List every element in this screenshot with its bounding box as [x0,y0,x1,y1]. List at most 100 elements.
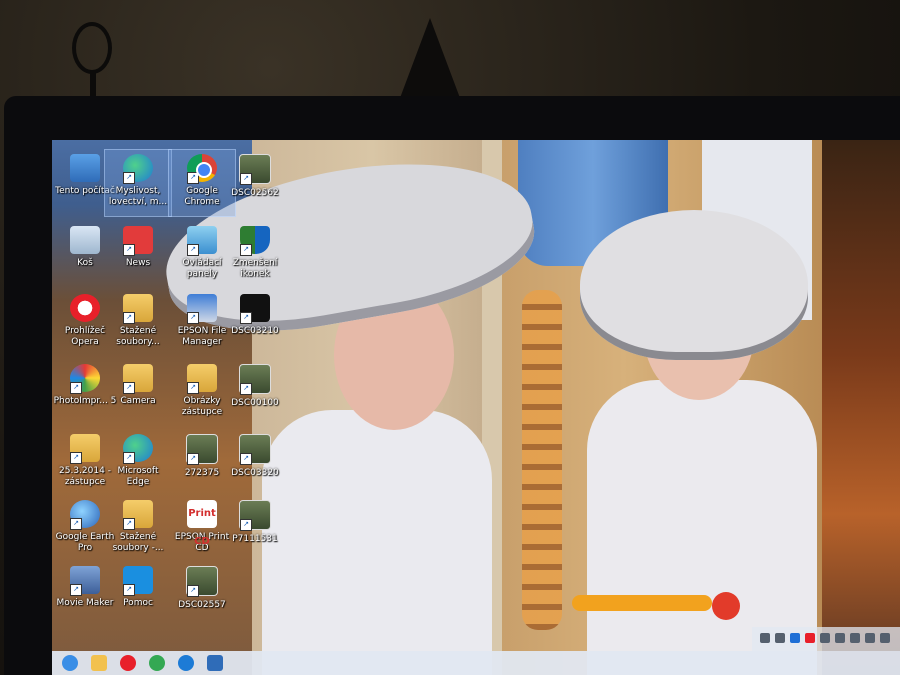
image-file-icon: ↗ [239,364,271,395]
desktop-icon[interactable]: ↗ Zmenšení ikonek [222,222,288,288]
opera-icon [70,294,100,322]
shortcut-arrow-icon: ↗ [240,519,252,531]
desktop-icon[interactable]: ↗ Myslivost, lovectví, m... [104,149,172,217]
desktop-icon-label: DSC03320 [231,468,279,478]
shortcut-arrow-icon: ↗ [123,244,135,256]
teamviewer-icon: ↗ [123,566,153,596]
shortcut-arrow-icon: ↗ [240,244,252,256]
shortcut-arrow-icon: ↗ [123,382,135,394]
desktop-icon-label: P7111531 [232,534,278,544]
cat-silhouette [400,18,460,98]
computer-icon [70,154,100,182]
shortcut-arrow-icon: ↗ [187,585,199,597]
wallpaper-girl-reflection-hat [580,210,808,360]
shortcut-arrow-icon: ↗ [70,382,82,394]
desktop-icon[interactable]: ↗ DSC00100 [222,360,288,426]
shortcut-arrow-icon: ↗ [123,172,135,184]
shortcut-arrow-icon: ↗ [70,452,82,464]
desktop-icon[interactable]: ↗ DSC02562 [222,150,288,216]
desktop-icon-label: DSC02557 [178,600,226,610]
opera-tray-icon[interactable] [805,633,815,643]
wallpaper-right-poster [822,140,900,675]
control-panel-icon: ↗ [187,226,217,256]
wallpaper-girl-body [262,410,492,675]
shortcut-arrow-icon: ↗ [240,173,252,185]
wallpaper-ball [712,592,740,620]
image-file-icon: ↗ [239,154,271,185]
desktop-icon[interactable]: ↗ News [105,222,171,288]
shortcut-arrow-icon: ↗ [123,312,135,324]
wallpaper-racket [572,595,712,611]
shortcut-arrow-icon: ↗ [123,518,135,530]
desktop-icon-label: Microsoft Edge [117,466,159,487]
battery-icon[interactable] [850,633,860,643]
start-icon[interactable] [62,655,78,671]
desktop-icon-label: Myslivost, lovectví, m... [108,186,168,207]
chrome-icon[interactable] [149,655,165,671]
desktop-icon-label: Stažené soubory... [116,326,160,347]
desktop-icon-label: Pomoc [123,598,153,608]
news-icon: ↗ [123,226,153,256]
epson-icon: ↗ [187,294,217,324]
desktop-icon[interactable]: ↗ Camera [105,360,171,426]
desktop-icon-label: Camera [120,396,156,406]
shortcut-arrow-icon: ↗ [187,453,199,465]
network-icon[interactable] [775,633,785,643]
bluetooth-icon[interactable] [790,633,800,643]
edge-icon[interactable] [178,655,194,671]
desktop-icon-label: DSC02562 [231,188,279,198]
wallpaper-giraffe-sticker [522,290,562,630]
desktop-icon-label: Zmenšení ikonek [232,258,278,279]
photos-icon[interactable] [207,655,223,671]
notification-icon[interactable] [880,633,890,643]
display-icon[interactable] [820,633,830,643]
desktop-screen[interactable]: Tento počítač ↗ Myslivost, lovectví, m... ↗… [52,140,900,675]
shortcut-arrow-icon: ↗ [240,383,252,395]
shortcut-arrow-icon: ↗ [187,172,199,184]
shortcut-arrow-icon: ↗ [187,312,199,324]
folder-shortcut-icon: ↗ [70,434,100,464]
shortcut-arrow-icon: ↗ [70,518,82,530]
desktop-icon-label: News [125,258,151,268]
shortcut-arrow-icon: ↗ [123,452,135,464]
epson-print-icon: Print CD [187,500,217,547]
desktop-icon[interactable]: ↗ DSC03320 [222,430,288,496]
photoimpression-icon: ↗ [70,364,100,394]
edge-shortcut-icon: ↗ [123,154,153,184]
pictures-folder-icon: ↗ [187,364,217,394]
recycle-bin-icon [70,226,100,254]
camera-folder-icon: ↗ [123,364,153,394]
chrome-icon: ↗ [187,154,217,184]
image-file-icon: ↗ [186,566,218,597]
shortcut-arrow-icon: ↗ [187,382,199,394]
shortcut-arrow-icon: ↗ [123,584,135,596]
shortcut-arrow-icon: ↗ [240,453,252,465]
opera-icon[interactable] [120,655,136,671]
movie-maker-icon: ↗ [70,566,100,596]
image-file-icon: ↗ [239,434,271,465]
desktop-icon[interactable]: ↗ Stažené soubory... [105,290,171,356]
shortcut-arrow-icon: ↗ [70,584,82,596]
keyboard-icon[interactable] [835,633,845,643]
downloads-folder-icon: ↗ [123,294,153,324]
desktop-icon[interactable]: ↗ P7111531 [222,496,288,562]
tray-strip [752,627,900,651]
edge-icon: ↗ [123,434,153,464]
desktop-icon[interactable]: ↗ DSC03210 [222,290,288,356]
lamp [72,22,112,74]
desktop-icon[interactable]: ↗ Microsoft Edge [105,430,171,496]
desktop-icon[interactable]: ↗ Pomoc [105,562,171,628]
desktop-icon[interactable]: ↗ DSC02557 [169,562,235,628]
desktop-icon[interactable]: ↗ Stažené soubory -... [105,496,171,562]
shortcut-arrow-icon: ↗ [187,244,199,256]
taskbar [52,651,900,675]
shield-icon: ↗ [240,226,270,256]
speaker-icon[interactable] [865,633,875,643]
volume-icon[interactable] [760,633,770,643]
image-file-icon: ↗ [239,500,271,531]
file-explorer-icon[interactable] [91,655,107,671]
google-earth-icon: ↗ [70,500,100,530]
image-file-icon: ↗ [186,434,218,465]
moon-image-icon: ↗ [240,294,270,324]
downloads-folder-icon: ↗ [123,500,153,530]
